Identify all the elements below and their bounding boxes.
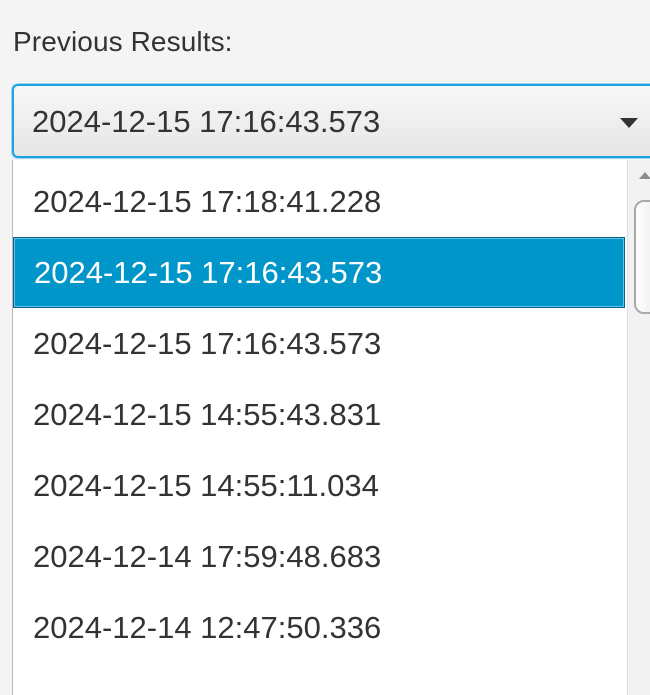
- vertical-scrollbar[interactable]: [627, 160, 650, 695]
- result-option[interactable]: 2024-12-15 17:16:43.573: [13, 308, 625, 379]
- result-option[interactable]: 2024-12-14 12:47:50.336: [13, 592, 625, 663]
- result-option[interactable]: 2024-12-15 14:55:11.034: [13, 450, 625, 521]
- result-option[interactable]: 2024-12-15 14:55:43.831: [13, 379, 625, 450]
- results-dropdown-popup: 2024-12-15 17:18:41.228 2024-12-15 17:16…: [12, 160, 650, 695]
- result-option-selected[interactable]: 2024-12-15 17:16:43.573: [13, 237, 625, 308]
- previous-results-label: Previous Results:: [13, 26, 233, 57]
- result-option[interactable]: 2024-12-14 17:59:48.683: [13, 521, 625, 592]
- previous-results-panel: Previous Results: 2024-12-15 17:16:43.57…: [0, 0, 650, 695]
- results-dropdown[interactable]: 2024-12-15 17:16:43.573: [12, 84, 650, 158]
- scroll-thumb[interactable]: [634, 200, 650, 314]
- scroll-up-icon[interactable]: [639, 172, 650, 179]
- result-option[interactable]: 2024-12-15 17:18:41.228: [13, 166, 625, 237]
- results-list: 2024-12-15 17:18:41.228 2024-12-15 17:16…: [13, 166, 625, 663]
- chevron-down-icon[interactable]: [620, 118, 638, 128]
- results-dropdown-value: 2024-12-15 17:16:43.573: [32, 104, 381, 139]
